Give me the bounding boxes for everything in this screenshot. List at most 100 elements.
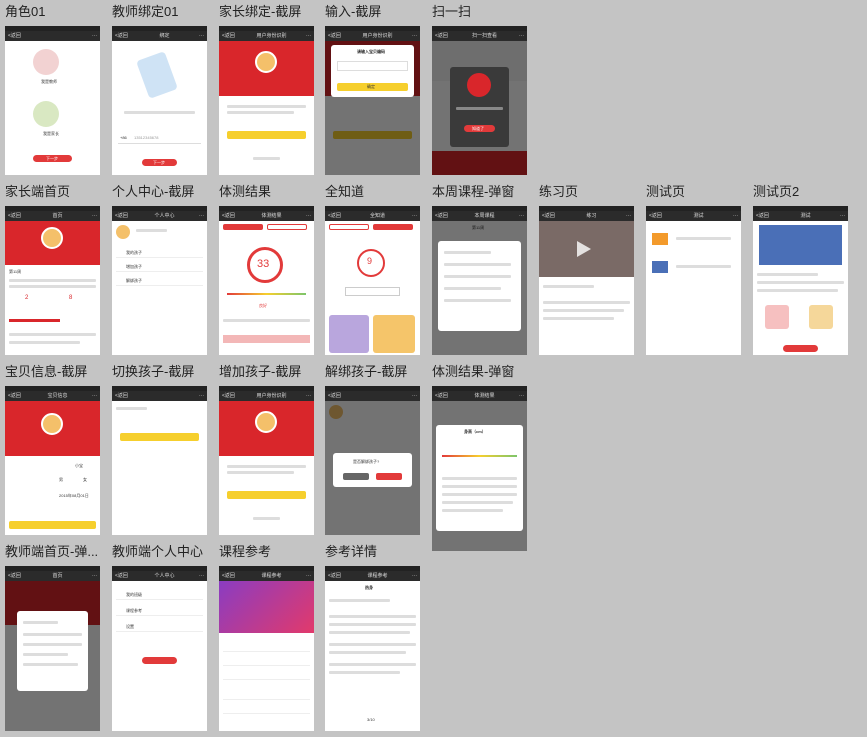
more-icon[interactable]: ··· [726,211,738,221]
more-icon[interactable]: ··· [299,31,311,41]
back-button[interactable]: <返回 [115,571,137,581]
back-button[interactable]: <返回 [115,391,137,401]
card-orange[interactable] [373,315,415,353]
back-button[interactable]: <返回 [756,211,778,221]
more-icon[interactable]: ··· [85,211,97,221]
cancel-button[interactable] [343,473,369,480]
more-icon[interactable]: ··· [192,211,204,221]
ok-button[interactable] [376,473,402,480]
menu-course-ref[interactable]: 课程参考 [116,605,203,616]
role-parent-label[interactable]: 我是家长 [43,131,59,137]
back-button[interactable]: <返回 [8,211,30,221]
more-icon[interactable]: ··· [299,571,311,581]
more-icon[interactable]: ··· [85,571,97,581]
tab-b[interactable] [373,224,413,230]
back-button[interactable]: <返回 [222,211,244,221]
back-button[interactable]: <返回 [222,31,244,41]
list-item[interactable] [223,655,310,666]
gender-girl[interactable]: 女 [83,477,87,483]
list-item[interactable]: 解绑孩子 [116,275,203,286]
list-item[interactable] [223,689,310,700]
nav-title: 本周课程 [474,213,495,219]
more-icon[interactable]: ··· [299,391,311,401]
back-button[interactable]: <返回 [8,571,30,581]
back-button[interactable]: <返回 [8,391,30,401]
avatar [255,411,277,433]
play-icon[interactable] [577,241,591,257]
more-icon[interactable]: ··· [405,571,417,581]
logout-button[interactable] [142,657,177,664]
video-player[interactable] [539,221,634,277]
more-icon[interactable]: ··· [85,31,97,41]
qr-icon [467,73,491,97]
next-button[interactable] [227,491,306,499]
back-button[interactable]: <返回 [222,571,244,581]
phone-frame: <返回 用户身份识别 ··· 请输入宝贝编码 确定 [325,26,420,175]
save-button[interactable] [9,521,96,529]
screen-title: 家长端首页 [5,184,71,199]
list-item[interactable] [223,669,310,680]
phone-frame: <返回 首页 ··· 第11周 2 8 [5,206,100,355]
back-button[interactable]: <返回 [222,391,244,401]
more-icon[interactable]: ··· [512,31,524,41]
back-button[interactable]: <返回 [115,31,137,41]
avatar[interactable] [116,225,130,239]
next-button[interactable] [227,131,306,139]
back-button[interactable]: <返回 [542,211,564,221]
exam-thumb[interactable] [652,233,668,245]
tab-compare[interactable] [267,224,307,230]
option-a[interactable] [765,305,789,329]
nav-title: 宝贝信息 [47,393,68,399]
more-icon[interactable]: ··· [512,211,524,221]
more-icon[interactable]: ··· [192,391,204,401]
birth-date[interactable]: 2015年08月01日 [59,493,89,499]
back-button[interactable]: <返回 [328,391,350,401]
list-item[interactable]: 我的孩子 [116,247,203,258]
baby-code-input[interactable] [337,61,408,71]
card-purple[interactable] [329,315,369,353]
more-icon[interactable]: ··· [619,211,631,221]
phone-input[interactable]: 13512345678 [134,135,158,140]
more-icon[interactable]: ··· [85,391,97,401]
option-b[interactable] [809,305,833,329]
teacher-avatar[interactable] [33,49,59,75]
nav-title: 用户身份识别 [362,33,393,39]
back-button[interactable]: <返回 [328,31,350,41]
back-button[interactable]: <返回 [328,211,350,221]
more-icon[interactable]: ··· [405,391,417,401]
list-item[interactable] [223,703,310,714]
more-icon[interactable]: ··· [192,31,204,41]
screen-title: 角色01 [5,4,46,19]
tab-a[interactable] [329,224,369,230]
confirm-label: 确定 [367,84,375,89]
exam-thumb[interactable] [652,261,668,273]
menu-settings[interactable]: 设置 [116,621,203,632]
menu-my-class[interactable]: 我的班级 [116,589,203,600]
back-button[interactable]: <返回 [649,211,671,221]
more-icon[interactable]: ··· [405,31,417,41]
child-name[interactable]: 小宝 [75,463,83,469]
more-icon[interactable]: ··· [405,211,417,221]
back-button[interactable]: <返回 [435,211,457,221]
back-button[interactable]: <返回 [435,31,457,41]
more-icon[interactable]: ··· [299,211,311,221]
add-button[interactable] [120,433,199,441]
more-icon[interactable]: ··· [512,391,524,401]
list-item[interactable]: 增加孩子 [116,261,203,272]
list-item[interactable] [223,641,310,652]
parent-avatar[interactable] [33,101,59,127]
tab-test[interactable] [223,224,263,230]
avatar[interactable] [41,227,63,249]
more-icon[interactable]: ··· [192,571,204,581]
phone-frame: <返回 绑定 ··· +86 13512345678 下一步 [112,26,207,175]
next-label: 下一步 [46,156,58,161]
back-button[interactable]: <返回 [435,391,457,401]
back-button[interactable]: <返回 [115,211,137,221]
more-icon[interactable]: ··· [833,211,845,221]
back-button[interactable]: <返回 [8,31,30,41]
role-teacher-label[interactable]: 我是教师 [41,79,57,85]
next-button[interactable] [783,345,818,352]
gender-boy[interactable]: 男 [59,477,63,483]
back-button[interactable]: <返回 [328,571,350,581]
avatar[interactable] [41,413,63,435]
